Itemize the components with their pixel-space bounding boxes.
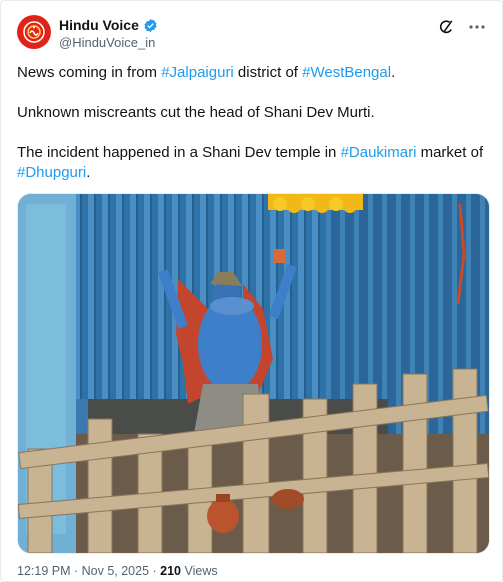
post-date[interactable]: Nov 5, 2025 bbox=[82, 564, 149, 578]
verified-badge-icon bbox=[144, 18, 157, 32]
author-handle[interactable]: @HinduVoice_in bbox=[59, 35, 158, 50]
post-time[interactable]: 12:19 PM bbox=[17, 564, 71, 578]
views-count: 210 bbox=[160, 564, 182, 578]
author-display-name[interactable]: Hindu Voice bbox=[59, 17, 139, 33]
temple-photo bbox=[18, 194, 489, 553]
paragraph-1: News coming in from #Jalpaiguri district… bbox=[17, 63, 486, 83]
text-segment: The incident happened in a Shani Dev tem… bbox=[17, 144, 341, 161]
more-options-icon[interactable] bbox=[468, 19, 486, 35]
om-logo-icon bbox=[21, 19, 47, 45]
views-label: Views bbox=[181, 564, 218, 578]
hashtag-dhupguri[interactable]: #Dhupguri bbox=[17, 164, 86, 181]
post-text: News coming in from #Jalpaiguri district… bbox=[17, 63, 486, 203]
post-card[interactable]: Hindu Voice @HinduVoice_in News coming i… bbox=[0, 0, 503, 582]
text-segment: . bbox=[86, 164, 91, 181]
text-segment: News coming in from bbox=[17, 64, 162, 81]
hashtag-jalpaiguri[interactable]: #Jalpaiguri bbox=[161, 64, 234, 81]
header-actions bbox=[438, 19, 486, 35]
text-segment: market of bbox=[416, 144, 484, 161]
author-names: Hindu Voice @HinduVoice_in bbox=[59, 17, 158, 50]
grok-icon[interactable] bbox=[438, 19, 454, 35]
avatar[interactable] bbox=[17, 15, 51, 49]
text-segment: . bbox=[391, 64, 396, 81]
paragraph-2: Unknown miscreants cut the head of Shani… bbox=[17, 104, 375, 121]
post-media-photo[interactable] bbox=[17, 193, 490, 554]
separator: · bbox=[149, 564, 161, 578]
post-meta: 12:19 PM · Nov 5, 2025 · 210 Views bbox=[17, 564, 218, 578]
hashtag-daukimari[interactable]: #Daukimari bbox=[341, 144, 417, 161]
hashtag-westbengal[interactable]: #WestBengal bbox=[302, 64, 391, 81]
text-segment: district of bbox=[233, 64, 303, 81]
paragraph-3: The incident happened in a Shani Dev tem… bbox=[17, 143, 486, 183]
post-header: Hindu Voice @HinduVoice_in bbox=[17, 15, 486, 55]
separator: · bbox=[70, 564, 82, 578]
